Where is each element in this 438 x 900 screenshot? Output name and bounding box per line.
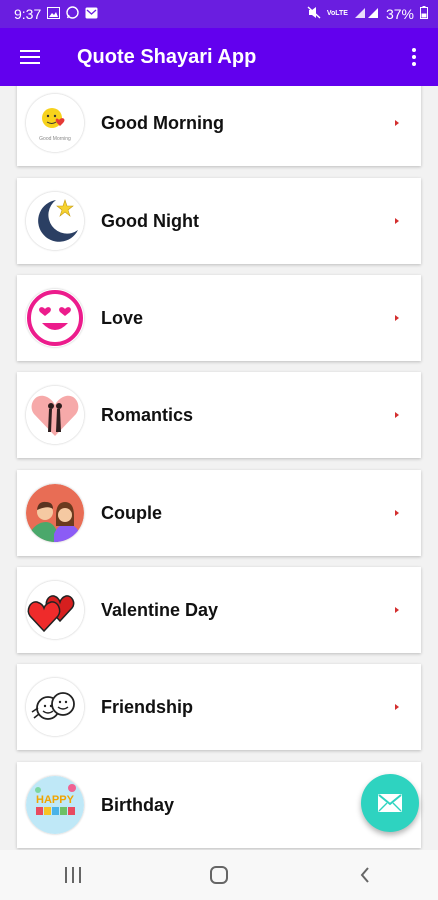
back-icon [360,867,369,883]
more-vert-icon [412,48,416,52]
back-button[interactable] [335,855,395,895]
whatsapp-icon [66,6,79,22]
category-card-romantics[interactable]: Romantics [17,372,421,458]
image-icon [47,6,61,22]
mute-icon [307,6,321,22]
category-card-couple[interactable]: Couple [17,470,421,556]
signal-icon [354,6,380,22]
red-hearts-icon [26,581,84,639]
battery-icon [420,6,428,22]
category-card-good-morning[interactable]: Good Morning Good Morning [17,86,421,166]
volte-icon: VoLTE [326,10,348,17]
hamburger-icon [20,50,40,64]
category-card-love[interactable]: Love [17,275,421,361]
moon-star-icon [26,192,84,250]
thumb-caption: Good Morning [39,136,71,142]
recents-button[interactable] [43,855,103,895]
couple-avatar-icon [26,484,84,542]
chevron-right-icon [394,411,402,419]
thumb-text: HAPPY [36,794,75,806]
friends-faces-icon [26,678,84,736]
category-label: Birthday [101,794,175,815]
category-label: Couple [101,502,162,523]
home-icon [210,866,228,884]
menu-button[interactable] [0,28,60,86]
category-label: Friendship [101,696,194,717]
status-bar: 9:37 VoLTE 37% [0,0,438,28]
chevron-right-icon [394,509,402,517]
chevron-right-icon [394,314,402,322]
message-icon [85,6,98,22]
app-title: Quote Shayari App [77,45,257,68]
email-fab-button[interactable] [361,774,419,832]
app-bar: Quote Shayari App [0,28,438,86]
category-card-friendship[interactable]: Friendship [17,664,421,750]
email-icon [378,794,402,812]
category-label: Valentine Day [101,599,219,620]
category-label: Good Morning [101,112,224,133]
recents-icon [65,867,81,883]
battery-percent: 37% [385,6,414,22]
category-list[interactable]: Good Morning Good Morning Good Night Lov… [0,86,438,850]
chevron-right-icon [394,606,402,614]
heart-eyes-emoji-icon [26,289,84,347]
chevron-right-icon [394,703,402,711]
chevron-right-icon [394,217,402,225]
category-label: Good Night [101,210,199,231]
chevron-right-icon [394,119,402,127]
couple-heart-icon [26,386,84,444]
category-card-valentine-day[interactable]: Valentine Day [17,567,421,653]
home-button[interactable] [189,855,249,895]
system-nav-bar [0,850,438,900]
category-card-good-night[interactable]: Good Night [17,178,421,264]
good-morning-icon: Good Morning [26,94,84,152]
status-time: 9:37 [14,6,42,22]
happy-birthday-icon: HAPPY [26,776,84,834]
category-label: Love [101,307,144,328]
overflow-menu-button[interactable] [390,28,438,86]
category-label: Romantics [101,404,194,425]
